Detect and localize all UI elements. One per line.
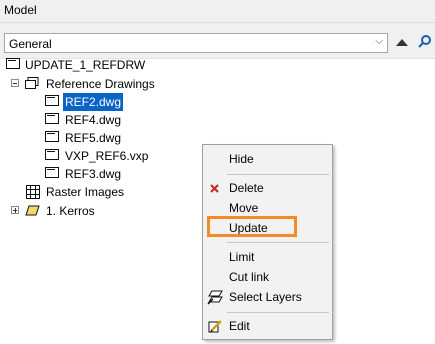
tree-node-ref3-label: REF3.dwg: [65, 167, 122, 181]
tree-node-raster-images-label: Raster Images: [46, 185, 125, 199]
panel-title-bar: Model: [0, 0, 435, 23]
edit-pencil-icon: [208, 320, 222, 333]
reference-drawings-icon: [25, 77, 39, 89]
menu-item-select-layers[interactable]: Select Layers: [203, 287, 332, 307]
menu-item-edit[interactable]: Edit: [203, 316, 332, 336]
filter-toolbar: General ⌵: [0, 23, 435, 59]
tree-node-reference-drawings-label: Reference Drawings: [46, 77, 155, 91]
drawing-icon: [45, 131, 59, 142]
menu-item-select-layers-label: Select Layers: [229, 290, 302, 304]
menu-item-limit[interactable]: Limit: [203, 247, 332, 267]
tree-node-vxp-ref6-label: VXP_REF6.vxp: [65, 149, 149, 163]
expand-icon[interactable]: [11, 206, 19, 214]
update-highlight-box: [207, 216, 297, 237]
filter-dropdown-value: General: [9, 37, 52, 51]
menu-item-cut-link-label: Cut link: [229, 270, 270, 284]
menu-item-delete[interactable]: Delete: [203, 178, 332, 198]
context-menu: Hide Delete Move Update Limit Cut link S…: [202, 144, 333, 340]
filter-dropdown[interactable]: General ⌵: [4, 33, 388, 53]
menu-item-limit-label: Limit: [229, 250, 255, 264]
menu-item-move-label: Move: [229, 201, 259, 215]
tree-node-ref4-label: REF4.dwg: [65, 113, 122, 127]
menu-item-edit-label: Edit: [229, 319, 250, 333]
layer-icon: [25, 205, 40, 216]
menu-item-delete-label: Delete: [229, 181, 264, 195]
select-layers-icon: [207, 290, 223, 305]
drawing-icon: [45, 95, 59, 106]
menu-separator: [227, 174, 329, 175]
drawing-icon: [45, 113, 59, 124]
tree-node-ref2-label: REF2.dwg: [63, 93, 124, 111]
up-arrow-icon[interactable]: [396, 39, 408, 46]
menu-separator: [227, 242, 329, 243]
menu-item-hide-label: Hide: [229, 152, 254, 166]
menu-item-move[interactable]: Move: [203, 198, 332, 218]
drawing-icon: [6, 58, 20, 69]
menu-item-hide[interactable]: Hide: [203, 149, 332, 169]
raster-grid-icon: [26, 185, 40, 199]
menu-item-cut-link[interactable]: Cut link: [203, 267, 332, 287]
delete-x-icon: [210, 184, 219, 193]
panel-title: Model: [4, 3, 37, 17]
search-icon[interactable]: [418, 34, 432, 48]
drawing-icon: [45, 149, 59, 160]
chevron-down-icon[interactable]: ⌵: [375, 36, 383, 47]
tree-node-root-label: UPDATE_1_REFDRW: [25, 58, 146, 72]
tree-node-layer-kerros-label: 1. Kerros: [46, 204, 95, 218]
tree-node-ref5-label: REF5.dwg: [65, 131, 122, 145]
collapse-icon[interactable]: [11, 79, 19, 87]
menu-separator: [227, 312, 329, 313]
drawing-icon: [45, 167, 59, 178]
